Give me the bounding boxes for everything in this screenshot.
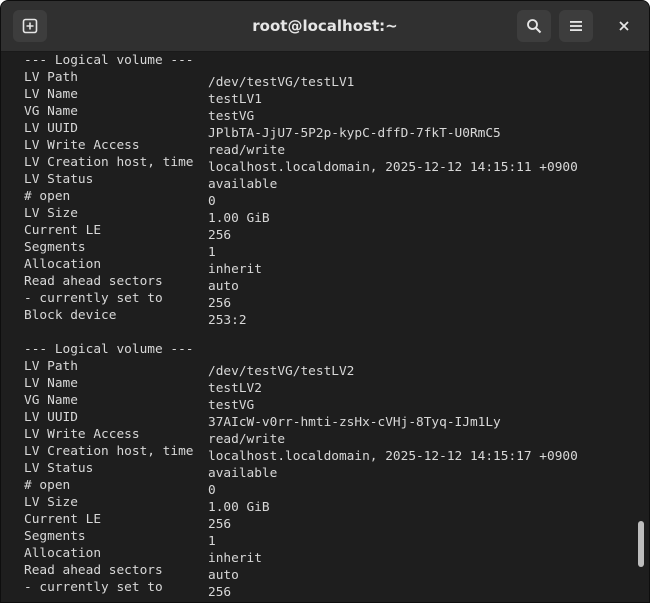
terminal-line: # open 0: [24, 188, 578, 209]
terminal-line: Read ahead sectors auto: [24, 562, 578, 583]
field-label: LV Size: [24, 206, 78, 221]
field-label: Current LE: [24, 512, 102, 527]
field-label: LV Creation host, time: [24, 444, 194, 459]
terminal-line: --- Logical volume ---: [24, 52, 578, 69]
field-label: LV Name: [24, 376, 78, 391]
field-label: Allocation: [24, 546, 102, 561]
field-label: Read ahead sectors: [24, 563, 163, 578]
search-button[interactable]: [517, 10, 551, 42]
field-label: LV UUID: [24, 121, 78, 136]
field-label: Block device: [24, 308, 117, 323]
hamburger-menu-icon: [569, 19, 583, 33]
terminal-line: Read ahead sectors auto: [24, 273, 578, 294]
terminal-line: LV Size 1.00 GiB: [24, 205, 578, 226]
terminal-line: Allocation inherit: [24, 545, 578, 566]
field-label: - currently set to: [24, 580, 163, 595]
terminal-viewport[interactable]: --- Logical volume --- LV Path/dev/testVG…: [1, 52, 649, 602]
search-icon: [526, 18, 542, 34]
terminal-line: Block device 253:2: [24, 307, 578, 328]
field-label: # open: [24, 189, 71, 204]
field-label: LV Status: [24, 461, 94, 476]
field-label: LV Creation host, time: [24, 155, 194, 170]
terminal-window: root@localhost:~ --- Logical volume --- …: [0, 0, 650, 603]
header-bar: root@localhost:~: [1, 1, 649, 52]
terminal-line: VG Name testVG: [24, 103, 578, 124]
field-label: # open: [24, 478, 71, 493]
section-header: --- Logical volume ---: [24, 342, 194, 357]
terminal-line: VG Name testVG: [24, 392, 578, 413]
scrollbar-thumb[interactable]: [638, 521, 644, 567]
window-title: root@localhost:~: [252, 17, 398, 35]
terminal-line: LV UUID 37AIcW-v0rr-hmti-zsHx-cVHj-8Tyq-I…: [24, 409, 578, 430]
field-label: Allocation: [24, 257, 102, 272]
section-header: --- Logical volume ---: [24, 53, 194, 68]
field-label: LV Path: [24, 359, 78, 374]
field-label: Segments: [24, 529, 86, 544]
terminal-line: LV Path/dev/testVG/testLV1: [24, 69, 578, 90]
field-label: LV Write Access: [24, 138, 140, 153]
field-label: VG Name: [24, 104, 78, 119]
terminal-line: - currently set to 256: [24, 290, 578, 311]
terminal-line: LV UUID JPlbTA-JjU7-5P2p-kypC-dffD-7fkT-U…: [24, 120, 578, 141]
terminal-line: Current LE 256: [24, 222, 578, 243]
close-button[interactable]: [607, 10, 641, 42]
terminal-line: Current LE 256: [24, 511, 578, 532]
field-label: - currently set to: [24, 291, 163, 306]
terminal-line: Allocation inherit: [24, 256, 578, 277]
field-label: Read ahead sectors: [24, 274, 163, 289]
field-label: LV Path: [24, 70, 78, 85]
field-label: Current LE: [24, 223, 102, 238]
terminal-line: LV Size 1.00 GiB: [24, 494, 578, 515]
field-value: available: [208, 177, 278, 192]
field-label: LV Status: [24, 172, 94, 187]
field-label: LV Name: [24, 87, 78, 102]
terminal-line: LV Path/dev/testVG/testLV2: [24, 358, 578, 379]
field-value: available: [208, 466, 278, 481]
close-icon: [618, 20, 630, 32]
terminal-line: - currently set to 256: [24, 579, 578, 600]
terminal-line: Segments 1: [24, 528, 578, 549]
field-value: 253:2: [208, 313, 247, 328]
terminal-line: LV Creation host, time localhost.localdom…: [24, 154, 578, 175]
terminal-line: # open 0: [24, 477, 578, 498]
scrollbar[interactable]: [637, 54, 645, 598]
field-label: LV Write Access: [24, 427, 140, 442]
new-tab-button[interactable]: [13, 10, 47, 42]
menu-button[interactable]: [559, 10, 593, 42]
terminal-line: --- Logical volume ---: [24, 341, 578, 358]
field-label: VG Name: [24, 393, 78, 408]
field-label: LV UUID: [24, 410, 78, 425]
field-value: 256: [208, 585, 232, 600]
terminal-line: Segments 1: [24, 239, 578, 260]
terminal-output: --- Logical volume --- LV Path/dev/testVG…: [24, 52, 578, 600]
terminal-line: LV Creation host, time localhost.localdom…: [24, 443, 578, 464]
field-label: Segments: [24, 240, 86, 255]
new-tab-icon: [22, 18, 38, 34]
field-label: LV Size: [24, 495, 78, 510]
